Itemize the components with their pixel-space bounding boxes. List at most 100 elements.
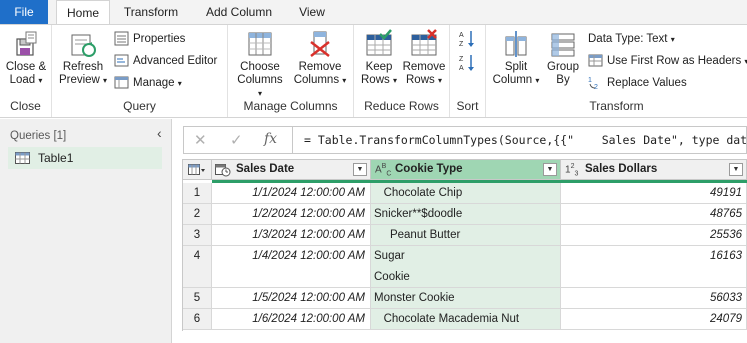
cell-text: 1 [193,187,201,199]
cell-text: Snicker**$doodle [374,208,463,220]
column-header-sales-dollars[interactable]: 123 Sales Dollars ▼ [561,160,747,180]
cell-cookie-type[interactable]: Chocolate Chip [371,183,561,204]
collapse-pane-icon[interactable]: ‹ [157,125,162,141]
data-type-dropdown[interactable]: Data Type: Text ▾ [588,29,675,49]
use-first-row-as-headers-button[interactable]: Use First Row as Headers ▾ [588,51,747,71]
row-number[interactable]: 6 [183,309,212,330]
formula-separator [292,127,293,153]
group-by-button[interactable]: Group By [544,29,582,87]
svg-text:Z: Z [459,41,464,48]
remove-rows-button[interactable]: Remove Rows ▾ [402,29,446,87]
query-item-table1[interactable]: Table1 [8,147,162,169]
row-number[interactable]: 3 [183,225,212,246]
table-menu-button[interactable] [183,160,212,180]
cell-text: 1/5/2024 12:00:00 AM [252,292,365,304]
sort-ascending-icon: A Z [459,31,474,48]
cell-sales-dollars[interactable]: 24079 [561,309,747,330]
cell-text: 24079 [710,313,742,325]
cell-sales-date[interactable]: 1/1/2024 12:00:00 AM [212,183,371,204]
cell-sales-dollars[interactable]: 25536 [561,225,747,246]
tab-view[interactable]: View [290,0,334,24]
cell-text: Sugar [374,250,405,262]
tab-file[interactable]: File [0,0,48,24]
keep-rows-label-2: Rows ▾ [361,74,397,86]
sort-ascending-button[interactable]: A Z [459,29,477,52]
cell-sales-dollars[interactable]: 49191 [561,183,747,204]
filter-dropdown-button[interactable]: ▼ [729,163,743,176]
cell-sales-date[interactable]: 1/3/2024 12:00:00 AM [212,225,371,246]
row-number[interactable]: 5 [183,288,212,309]
data-grid: Sales Date ▼ ABC Cookie Type ▼ 123 Sales… [182,159,747,331]
tab-transform[interactable]: Transform [117,0,185,24]
advanced-editor-button[interactable]: Advanced Editor [114,51,217,71]
sort-descending-button[interactable]: Z A [459,53,477,76]
remove-columns-label-2: Columns ▾ [293,74,347,86]
filter-dropdown-button[interactable]: ▼ [353,163,367,176]
keep-rows-label-1: Keep [365,61,393,73]
cell-sales-date[interactable]: 1/5/2024 12:00:00 AM [212,288,371,309]
manage-button[interactable]: Manage ▾ [114,73,182,93]
row-number[interactable]: 4 [183,246,212,288]
split-column-label-2: Column ▾ [492,74,540,86]
cell-sales-date[interactable]: 1/6/2024 12:00:00 AM [212,309,371,330]
row-number[interactable]: 2 [183,204,212,225]
cell-text: Chocolate Chip [374,187,463,199]
column-header-sales-date[interactable]: Sales Date ▼ [212,160,371,180]
cell-sales-dollars[interactable]: 16163 [561,246,747,288]
cell-text: 6 [193,313,201,325]
sort-descending-icon: Z A [459,55,474,72]
replace-values-button[interactable]: 1 2 Replace Values [588,73,687,93]
queries-pane: Queries [1] ‹ Table1 [0,119,172,343]
fx-icon[interactable]: fx [264,131,277,147]
cell-text: 2 [193,208,201,220]
cell-sales-dollars[interactable]: 56033 [561,288,747,309]
filter-dropdown-button[interactable]: ▼ [543,163,557,176]
close-group-label: Close [10,99,41,113]
column-header-cookie-type[interactable]: ABC Cookie Type ▼ [371,160,561,180]
split-column-button[interactable]: Split Column ▾ [490,29,542,87]
cell-sales-date[interactable]: 1/2/2024 12:00:00 AM [212,204,371,225]
choose-columns-icon [248,32,272,56]
svg-text:1: 1 [588,77,592,84]
cell-text: 49191 [710,187,742,199]
properties-button[interactable]: Properties [114,29,185,49]
table-headers-icon [588,54,603,67]
cell-cookie-type[interactable]: Monster Cookie [371,288,561,309]
row-number[interactable]: 1 [183,183,212,204]
column-header-label: Sales Dollars [585,163,658,175]
cancel-formula-icon[interactable]: ✕ [194,131,207,149]
tab-home[interactable]: Home [56,0,110,25]
query-item-label: Table1 [38,151,74,165]
reduce-rows-group-label: Reduce Rows [364,99,439,113]
formula-input[interactable]: = Table.TransformColumnTypes(Source,{{" … [304,133,747,147]
remove-columns-label-1: Remove [298,61,342,73]
keep-rows-button[interactable]: Keep Rows ▾ [358,29,400,87]
whole-number-type-icon[interactable]: 123 [565,163,578,177]
choose-columns-label-1: Choose [240,61,280,73]
tab-add-column[interactable]: Add Column [196,0,282,24]
svg-text:2: 2 [594,84,598,90]
svg-text:A: A [459,32,464,39]
cell-cookie-type[interactable]: Sugar Cookie [371,246,561,288]
refresh-icon [71,34,96,57]
split-column-label-1: Split [504,61,528,73]
datetime-type-icon[interactable] [215,163,231,177]
commit-formula-icon[interactable]: ✓ [230,131,243,149]
choose-columns-button[interactable]: Choose Columns ▾ [234,29,286,100]
close-load-label-2: Load ▾ [9,74,43,86]
remove-columns-button[interactable]: Remove Columns ▾ [292,29,348,87]
cell-cookie-type[interactable]: Chocolate Macademia Nut [371,309,561,330]
refresh-preview-button[interactable]: Refresh Preview ▾ [58,29,108,87]
column-header-label: Sales Date [236,163,295,175]
cell-cookie-type[interactable]: Peanut Butter [371,225,561,246]
close-and-load-button[interactable]: Close & Load ▾ [2,29,50,87]
text-type-icon[interactable]: ABC [375,163,391,177]
cell-text: 48765 [710,208,742,220]
manage-columns-group: Choose Columns ▾ Remove Columns ▾ Manage… [228,25,354,117]
group-by-label-2: By [556,74,570,86]
cell-text: 5 [193,292,201,304]
cell-sales-dollars[interactable]: 48765 [561,204,747,225]
cell-cookie-type[interactable]: Snicker**$doodle [371,204,561,225]
cell-sales-date[interactable]: 1/4/2024 12:00:00 AM [212,246,371,288]
column-header-label: Cookie Type [395,163,463,175]
